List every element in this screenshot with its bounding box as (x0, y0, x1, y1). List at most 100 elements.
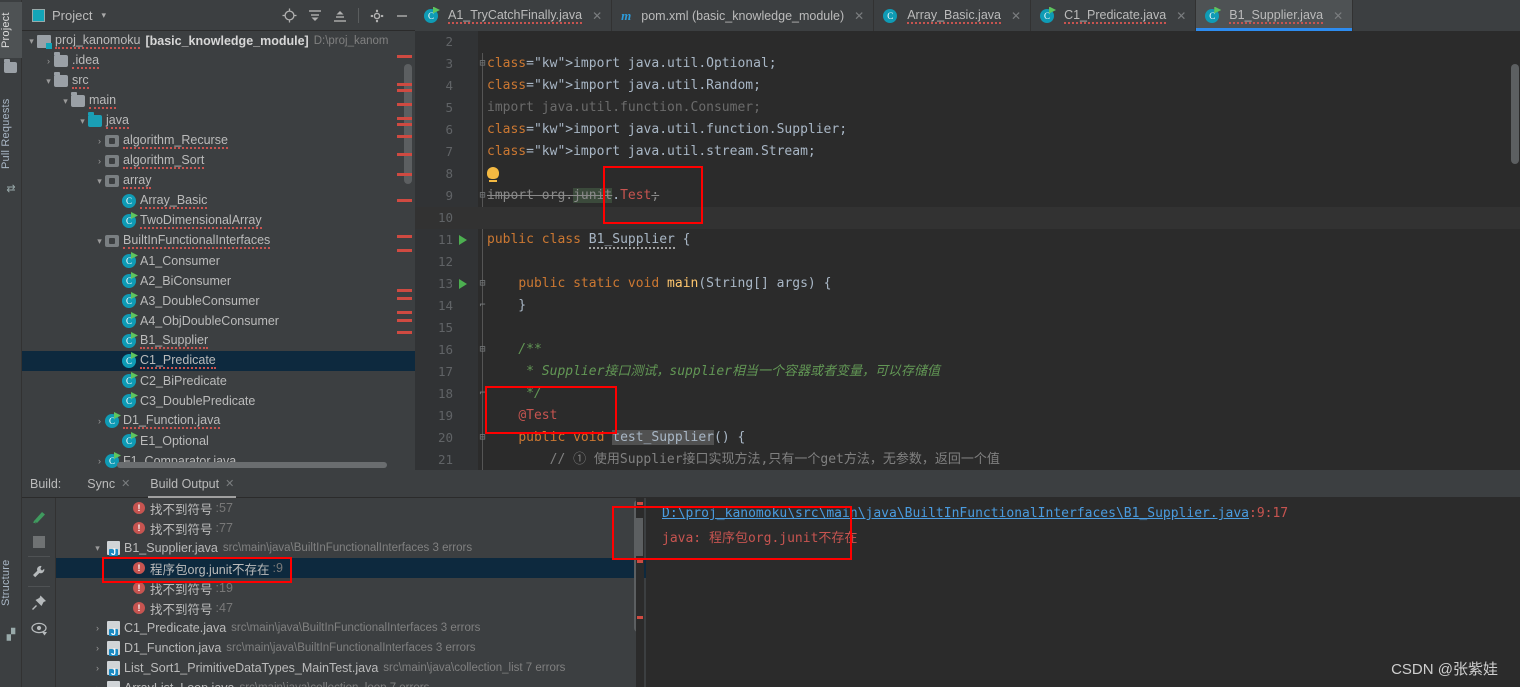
chevron-down-icon[interactable]: ▾ (60, 96, 71, 107)
stop-icon[interactable] (31, 534, 48, 551)
chevron-right-icon[interactable]: › (94, 416, 105, 426)
rerun-build-icon[interactable] (31, 508, 48, 525)
close-icon[interactable]: ✕ (592, 9, 602, 23)
close-icon[interactable]: ✕ (1011, 9, 1021, 23)
code-line[interactable]: 2 (415, 31, 1520, 53)
chevron-right-icon[interactable]: › (92, 623, 103, 633)
tree-item-e1_optional[interactable]: ›CE1_Optional (22, 431, 415, 451)
tree-item-a4_objdoubleconsumer[interactable]: ›CA4_ObjDoubleConsumer (22, 311, 415, 331)
build-error-file-link[interactable]: D:\proj_kanomoku\src\main\java\BuiltInFu… (662, 506, 1249, 521)
tree-item-main[interactable]: ▾ main (22, 91, 415, 111)
code-line[interactable]: 17 * Supplier接口测试，supplier相当一个容器或者变量，可以存… (415, 361, 1520, 383)
build-row[interactable]: › ArrayList_Loop.java src\main\java\collec… (56, 678, 646, 687)
build-row[interactable]: › C1_Predicate.java src\main\java\BuiltInF… (56, 618, 646, 638)
editor-scrollbar[interactable] (1511, 64, 1519, 164)
code-fold-icon[interactable]: ⊟ (478, 185, 487, 207)
pin-icon[interactable] (31, 594, 48, 611)
close-icon[interactable]: ✕ (854, 9, 864, 23)
tree-item-c2_bipredicate[interactable]: ›CC2_BiPredicate (22, 371, 415, 391)
tree-item-twodimensionalarray[interactable]: ›CTwoDimensionalArray (22, 211, 415, 231)
build-row[interactable]: ›!找不到符号:19 (56, 578, 646, 598)
sidebar-item-pull-requests[interactable]: Pull Requests (0, 88, 22, 180)
close-icon[interactable]: ✕ (121, 477, 130, 490)
code-line[interactable]: 13 ⊟ public static void main(String[] arg… (415, 273, 1520, 295)
project-horizontal-scrollbar[interactable] (117, 462, 387, 468)
code-line[interactable]: 16 ⊟ /** (415, 339, 1520, 361)
tree-item-proj_kanomoku[interactable]: ▾ proj_kanomoku [basic_knowledge_module] D:… (22, 31, 415, 51)
tree-item-algorithm_recurse[interactable]: › algorithm_Recurse (22, 131, 415, 151)
chevron-down-icon[interactable]: ▾ (101, 10, 106, 21)
code-line[interactable]: 4 class="kw">import java.util.Random; (415, 75, 1520, 97)
code-line[interactable]: 11 public class B1_Supplier { (415, 229, 1520, 251)
build-row[interactable]: ▾ B1_Supplier.java src\main\java\BuiltInFu… (56, 538, 646, 558)
editor-tab-pom.xml--basic_knowledge_module-[interactable]: m pom.xml (basic_knowledge_module) ✕ (612, 0, 875, 31)
code-line[interactable]: 14 ⌐ } (415, 295, 1520, 317)
code-fold-icon[interactable]: ⌐ (478, 383, 487, 405)
settings-gear-icon[interactable] (370, 9, 384, 23)
run-class-gutter-icon[interactable] (459, 235, 467, 245)
code-fold-icon[interactable]: ⊟ (478, 273, 487, 295)
code-editor[interactable]: 2 3 ⊟ class="kw">import java.util.Optional;… (415, 31, 1520, 470)
build-error-location[interactable]: D:\proj_kanomoku\src\main\java\BuiltInFu… (662, 506, 1520, 521)
tree-item-c3_doublepredicate[interactable]: ›CC3_DoublePredicate (22, 391, 415, 411)
chevron-right-icon[interactable]: › (94, 456, 105, 466)
sidebar-item-structure[interactable]: Structure (0, 545, 22, 621)
code-line[interactable]: 10 (415, 207, 1520, 229)
build-row[interactable]: ›!找不到符号:47 (56, 598, 646, 618)
tree-item-src[interactable]: ▾ src (22, 71, 415, 91)
tree-item-builtinfunctionalinterfaces[interactable]: ▾ BuiltInFunctionalInterfaces (22, 231, 415, 251)
chevron-right-icon[interactable]: › (92, 683, 103, 687)
tree-item-d1_function.java[interactable]: › C D1_Function.java (22, 411, 415, 431)
hide-panel-icon[interactable] (395, 9, 409, 23)
tab-build-output[interactable]: Build Output ✕ (140, 470, 244, 498)
chevron-down-icon[interactable]: ▾ (26, 36, 37, 47)
code-line[interactable]: 15 (415, 317, 1520, 339)
close-icon[interactable]: ✕ (1176, 9, 1186, 23)
tab-sync[interactable]: Sync ✕ (77, 470, 140, 498)
chevron-right-icon[interactable]: › (92, 643, 103, 653)
editor-tab-bar[interactable]: C A1_TryCatchFinally.java ✕ m pom.xml (basic… (415, 0, 1520, 31)
build-settings-icon[interactable] (31, 564, 48, 581)
close-icon[interactable]: ✕ (1333, 9, 1343, 23)
chevron-right-icon[interactable]: › (43, 56, 54, 66)
tree-item-b1_supplier[interactable]: ›CB1_Supplier (22, 331, 415, 351)
chevron-right-icon[interactable]: › (94, 156, 105, 166)
code-line[interactable]: 19 @Test (415, 405, 1520, 427)
code-line[interactable]: 20 ⊟ public void test_Supplier() { (415, 427, 1520, 449)
tree-item-c1_predicate[interactable]: ›CC1_Predicate (22, 351, 415, 371)
build-row[interactable]: ›!找不到符号:57 (56, 498, 646, 518)
build-row[interactable]: › List_Sort1_PrimitiveDataTypes_MainTest.… (56, 658, 646, 678)
code-fold-icon[interactable]: ⊟ (478, 53, 487, 75)
show-options-icon[interactable] (31, 620, 48, 637)
expand-all-icon[interactable] (308, 9, 322, 23)
build-row[interactable]: › D1_Function.java src\main\java\BuiltInFu… (56, 638, 646, 658)
code-fold-icon[interactable]: ⊟ (478, 427, 487, 449)
build-output-tree[interactable]: ›!找不到符号:57›!找不到符号:77▾B1_Supplier.javasrc… (56, 498, 646, 687)
tree-item-a1_consumer[interactable]: ›CA1_Consumer (22, 251, 415, 271)
project-tree[interactable]: ▾ proj_kanomoku [basic_knowledge_module] D:… (22, 31, 415, 470)
chevron-right-icon[interactable]: › (92, 663, 103, 673)
code-line[interactable]: 5 import java.util.function.Consumer; (415, 97, 1520, 119)
build-row[interactable]: ›!找不到符号:77 (56, 518, 646, 538)
code-line[interactable]: 9 ⊟ import org.junit.Test; (415, 185, 1520, 207)
code-fold-icon[interactable]: ⊟ (478, 339, 487, 361)
editor-tab-c1_predicate.java[interactable]: C C1_Predicate.java ✕ (1031, 0, 1197, 31)
collapse-all-icon[interactable] (333, 9, 347, 23)
chevron-right-icon[interactable]: › (94, 136, 105, 146)
chevron-down-icon[interactable]: ▾ (77, 116, 88, 127)
tree-item-algorithm_sort[interactable]: › algorithm_Sort (22, 151, 415, 171)
locate-icon[interactable] (282, 8, 297, 23)
tree-item-array_basic[interactable]: ›CArray_Basic (22, 191, 415, 211)
run-method-gutter-icon[interactable] (459, 279, 467, 289)
editor-tab-b1_supplier.java[interactable]: C B1_Supplier.java ✕ (1196, 0, 1354, 31)
code-fold-icon[interactable]: ⌐ (478, 295, 487, 317)
tree-item-a3_doubleconsumer[interactable]: ›CA3_DoubleConsumer (22, 291, 415, 311)
tree-item-a2_biconsumer[interactable]: ›CA2_BiConsumer (22, 271, 415, 291)
sidebar-item-project[interactable]: Project (0, 2, 22, 58)
tree-item-.idea[interactable]: › .idea (22, 51, 415, 71)
tree-item-array[interactable]: ▾ array (22, 171, 415, 191)
chevron-down-icon[interactable]: ▾ (94, 176, 105, 187)
code-line[interactable]: 8 (415, 163, 1520, 185)
chevron-down-icon[interactable]: ▾ (92, 543, 103, 554)
code-line[interactable]: 18 ⌐ */ (415, 383, 1520, 405)
